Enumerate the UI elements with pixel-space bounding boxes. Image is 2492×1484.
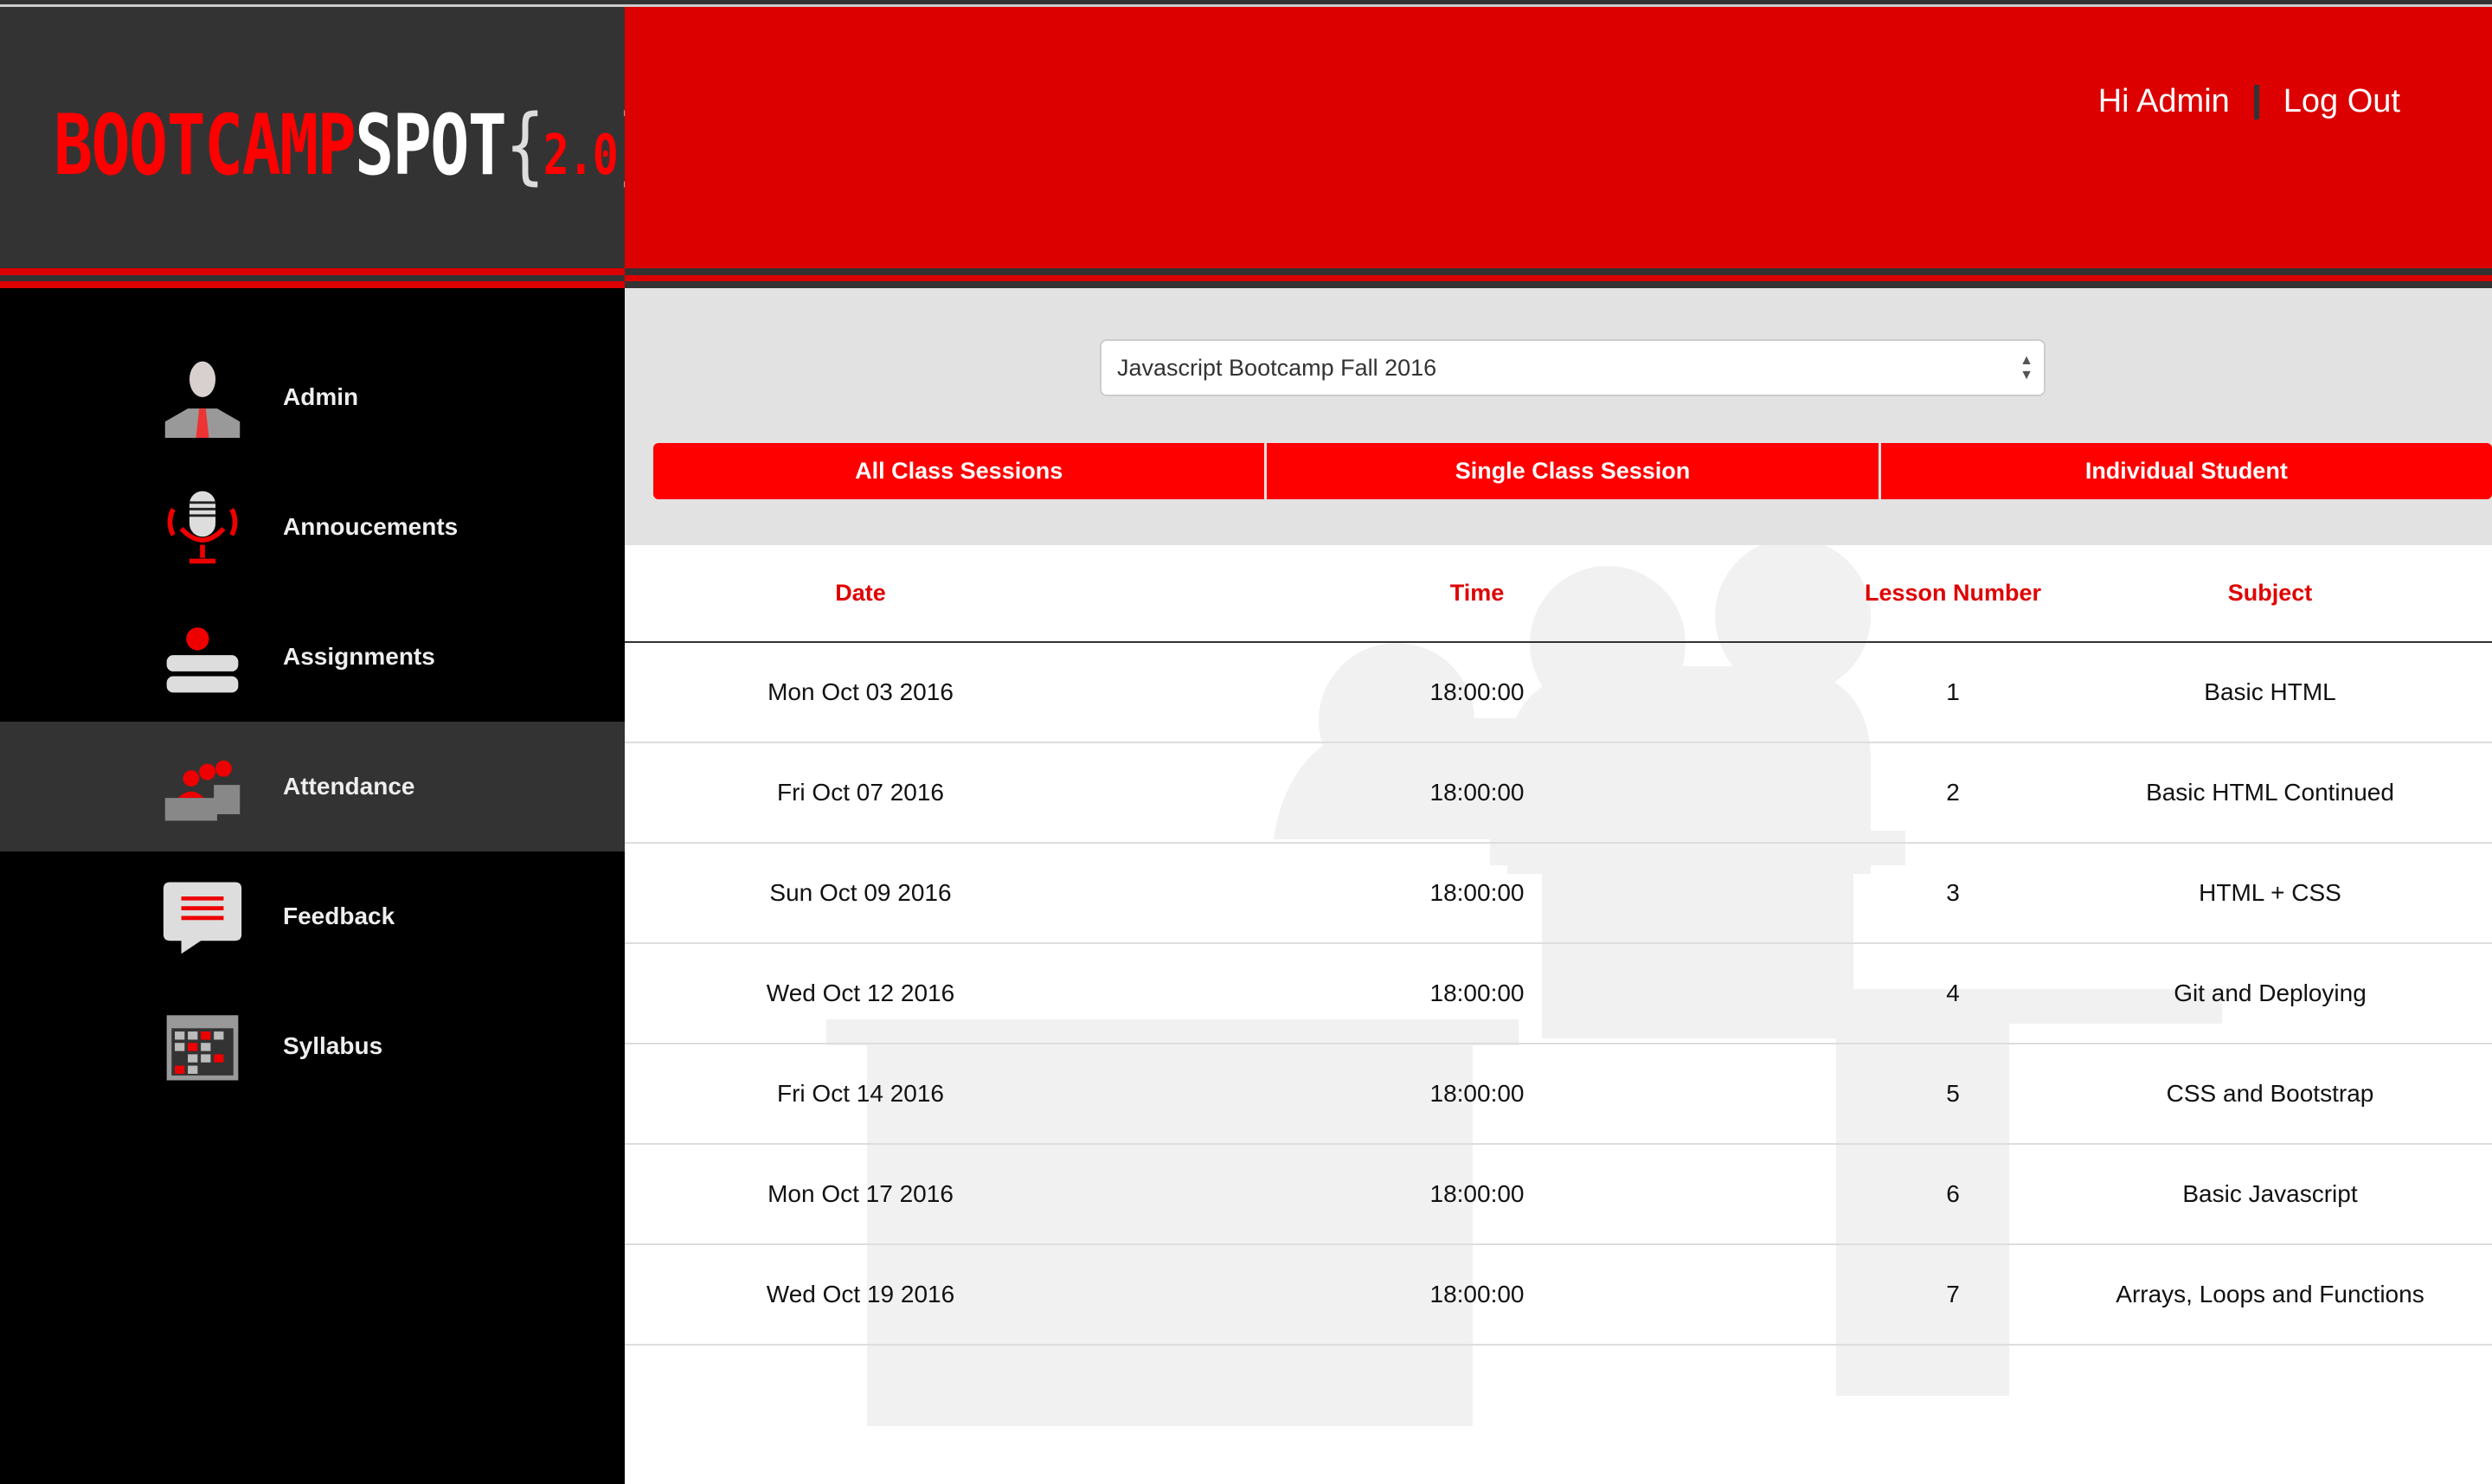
cell-time: 18:00:00 <box>1096 1244 1858 1346</box>
tab-all-class-sessions[interactable]: All Class Sessions <box>653 443 1265 499</box>
cell-lesson-number: 5 <box>1858 1044 2048 1145</box>
chat-bubble-icon <box>163 882 242 954</box>
col-subject[interactable]: Subject <box>2048 545 2492 643</box>
header-stripes <box>0 268 625 288</box>
cell-subject: Basic HTML <box>2048 642 2492 743</box>
classroom-icon <box>164 760 241 821</box>
top-header: Hi Admin Log Out <box>625 0 2492 268</box>
books-apple-icon <box>166 627 239 693</box>
window-top-border <box>0 0 2492 7</box>
course-select[interactable]: Javascript Bootcamp Fall 2016 ▲ ▼ <box>1100 339 2046 396</box>
table-row[interactable]: Fri Oct 07 2016 18:00:00 2 Basic HTML Conti… <box>625 742 2492 844</box>
divider <box>2253 84 2259 119</box>
greeting: Hi Admin <box>2097 83 2230 119</box>
cell-lesson-number: 3 <box>1858 843 2048 944</box>
cell-lesson-number: 1 <box>1858 642 2048 743</box>
tab-single-class-session[interactable]: Single Class Session <box>1267 443 1879 499</box>
cell-lesson-number: 2 <box>1858 742 2048 844</box>
cell-time: 18:00:00 <box>1096 943 1858 1044</box>
col-lesson-number[interactable]: Lesson Number <box>1858 545 2048 643</box>
cell-subject: Basic HTML Continued <box>2048 742 2492 844</box>
table-header-row: Date Time Lesson Number Subject <box>625 545 2492 643</box>
microphone-icon <box>167 491 238 564</box>
cell-lesson-number: 4 <box>1858 943 2048 1044</box>
table-row[interactable]: Wed Oct 12 2016 18:00:00 4 Git and Deployin… <box>625 943 2492 1044</box>
table-row[interactable]: Wed Oct 19 2016 18:00:00 7 Arrays, Loops an… <box>625 1244 2492 1346</box>
controls-area: Javascript Bootcamp Fall 2016 ▲ ▼ All Cla… <box>625 288 2492 545</box>
user-menu: Hi Admin Log Out <box>2098 83 2400 120</box>
sidebar-item-assignments[interactable]: Assignments <box>0 592 625 722</box>
tab-individual-student[interactable]: Individual Student <box>1880 443 2492 499</box>
sidebar: BOOTCAMPSPOT{2.0} Admin Annoucements Ass… <box>0 0 656 1484</box>
table-row[interactable]: Mon Oct 03 2016 18:00:00 1 Basic HTML <box>625 642 2492 743</box>
cell-lesson-number: 7 <box>1858 1244 2048 1346</box>
cell-time: 18:00:00 <box>1096 642 1858 743</box>
sidebar-item-annoucements[interactable]: Annoucements <box>0 462 625 592</box>
logo-area: BOOTCAMPSPOT{2.0} <box>0 0 656 268</box>
cell-time: 18:00:00 <box>1096 843 1858 944</box>
cell-time: 18:00:00 <box>1096 1044 1858 1145</box>
col-date[interactable]: Date <box>625 545 1096 643</box>
sidebar-item-syllabus[interactable]: Syllabus <box>0 981 625 1111</box>
session-tabs: All Class Sessions Single Class Session … <box>653 443 2492 499</box>
sidebar-item-attendance[interactable]: Attendance <box>0 722 625 851</box>
cell-date: Wed Oct 19 2016 <box>625 1244 1096 1346</box>
cell-date: Mon Oct 03 2016 <box>625 642 1096 743</box>
logo[interactable]: BOOTCAMPSPOT{2.0} <box>54 97 656 194</box>
sessions-table: Date Time Lesson Number Subject Mon Oct … <box>625 545 2492 1346</box>
cell-date: Fri Oct 07 2016 <box>625 742 1096 844</box>
select-arrows-icon: ▲ ▼ <box>2020 353 2033 382</box>
logout-link[interactable]: Log Out <box>2283 83 2400 120</box>
calendar-icon <box>166 1015 239 1081</box>
header-stripes <box>625 268 2492 288</box>
cell-date: Sun Oct 09 2016 <box>625 843 1096 944</box>
sidebar-item-feedback[interactable]: Feedback <box>0 851 625 981</box>
cell-subject: Basic Javascript <box>2048 1144 2492 1245</box>
table-row[interactable]: Sun Oct 09 2016 18:00:00 3 HTML + CSS <box>625 843 2492 944</box>
cell-time: 18:00:00 <box>1096 742 1858 844</box>
cell-lesson-number: 6 <box>1858 1144 2048 1245</box>
cell-subject: Arrays, Loops and Functions <box>2048 1244 2492 1346</box>
table-row[interactable]: Mon Oct 17 2016 18:00:00 6 Basic Javascript <box>625 1144 2492 1245</box>
sidebar-nav: Admin Annoucements Assignments Attendanc… <box>0 332 625 1111</box>
cell-subject: HTML + CSS <box>2048 843 2492 944</box>
cell-time: 18:00:00 <box>1096 1144 1858 1245</box>
cell-date: Wed Oct 12 2016 <box>625 943 1096 1044</box>
sidebar-item-admin[interactable]: Admin <box>0 332 625 462</box>
table-row[interactable]: Fri Oct 14 2016 18:00:00 5 CSS and Bootstra… <box>625 1044 2492 1145</box>
cell-subject: CSS and Bootstrap <box>2048 1044 2492 1145</box>
cell-date: Mon Oct 17 2016 <box>625 1144 1096 1245</box>
col-time[interactable]: Time <box>1096 545 1858 643</box>
cell-subject: Git and Deploying <box>2048 943 2492 1044</box>
cell-date: Fri Oct 14 2016 <box>625 1044 1096 1145</box>
admin-icon <box>164 361 241 438</box>
main-content: Javascript Bootcamp Fall 2016 ▲ ▼ All Cla… <box>625 288 2492 1484</box>
